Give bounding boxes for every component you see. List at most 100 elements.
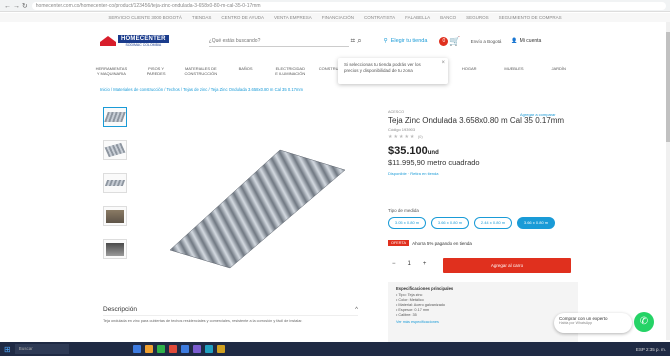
- description-heading: Descripción: [103, 306, 137, 313]
- category-nav: HERRAMIENTAS Y MAQUINARIA PISOS Y PAREDE…: [95, 60, 575, 84]
- taskbar-app-icon[interactable]: [132, 345, 141, 353]
- price-unit: und: [427, 150, 439, 156]
- category-item[interactable]: BAÑOS: [229, 60, 262, 84]
- decrease-button[interactable]: −: [392, 261, 396, 267]
- taskbar-app-icon[interactable]: [168, 345, 177, 353]
- page-scrollbar[interactable]: [666, 22, 670, 340]
- tooltip-text: Si seleccionas tu tienda podrás ver los …: [344, 62, 421, 73]
- account-button[interactable]: 👤 Mi cuenta: [511, 38, 541, 44]
- price-per-m2: $11.995,90 metro cuadrado: [388, 158, 480, 167]
- category-item[interactable]: ELECTRICIDAD E ILUMINACIÓN: [274, 60, 307, 84]
- house-logo-icon: [100, 36, 116, 46]
- logo-sub: SODIMAC COLOMBIA: [125, 43, 162, 47]
- taskbar-app-icon[interactable]: [204, 345, 213, 353]
- topstrip-item[interactable]: FINANCIACIÓN: [322, 15, 354, 20]
- expert-chat-bubble[interactable]: Comprar con un experto Habla por WhatsAp…: [554, 313, 632, 333]
- measure-label: Tipo de medida: [388, 208, 419, 213]
- category-item[interactable]: HOGAR: [453, 60, 486, 84]
- thumbnail-1[interactable]: [103, 107, 127, 127]
- delivery-location[interactable]: Envío a Bogotá: [471, 39, 502, 44]
- barcode-icon[interactable]: ⌗: [351, 36, 356, 46]
- thumbnail-4[interactable]: [103, 206, 127, 226]
- product-code: Código 193903: [388, 127, 416, 132]
- category-item[interactable]: JARDÍN: [542, 60, 575, 84]
- taskbar-apps: [132, 345, 225, 353]
- taskbar-search[interactable]: Buscar: [14, 344, 69, 354]
- address-bar[interactable]: homecenter.com.co/homecenter-co/product/…: [31, 1, 666, 10]
- zinc-sheet-thumb: [104, 142, 126, 158]
- add-to-cart-button[interactable]: Agregar al carro: [443, 258, 571, 273]
- topstrip-item[interactable]: SERVICIO CLIENTE 3000 BOGOTÁ: [108, 15, 181, 20]
- browser-nav-icons[interactable]: ← → ↻: [4, 2, 28, 10]
- search-input[interactable]: [208, 35, 349, 47]
- installation-photo-thumb: [106, 242, 124, 256]
- taskbar-app-icon[interactable]: [216, 345, 225, 353]
- promo-row: OFERTA Ahorra 5% pagando en tienda: [388, 240, 472, 246]
- quantity-value[interactable]: 1: [408, 261, 411, 267]
- product-main-image[interactable]: [160, 140, 350, 270]
- promo-text: Ahorra 5% pagando en tienda: [412, 240, 472, 246]
- measure-option[interactable]: 2.44 x 0.80 m: [474, 217, 512, 229]
- topstrip-item[interactable]: SEGUIMIENTO DE COMPRAS: [499, 15, 562, 20]
- topstrip-item[interactable]: SEGUROS: [466, 15, 489, 20]
- category-item[interactable]: MUEBLES: [498, 60, 531, 84]
- taskbar-app-icon[interactable]: [180, 345, 189, 353]
- product-brand[interactable]: ACESCO: [388, 110, 578, 114]
- taskbar-app-icon[interactable]: [144, 345, 153, 353]
- store-label: Elegir tu tienda: [390, 38, 428, 44]
- topstrip-item[interactable]: BANCO: [440, 15, 456, 20]
- description-section: Descripción ^ Teja ondulada en zinc para…: [103, 306, 358, 329]
- measure-option-selected[interactable]: 3.66 x 0.80 m: [517, 217, 555, 229]
- thumbnail-list: [103, 107, 127, 259]
- quantity-stepper: − 1 +: [392, 261, 426, 267]
- increase-button[interactable]: +: [423, 261, 427, 267]
- zinc-sheet-thumb: [104, 180, 126, 186]
- measure-option[interactable]: 3.05 x 0.80 m: [388, 217, 426, 229]
- category-item[interactable]: PISOS Y PAREDES: [140, 60, 173, 84]
- specs-title: Especificaciones principales: [396, 286, 454, 291]
- rating-stars[interactable]: ★★★★★ (0): [388, 134, 578, 140]
- store-pin-icon: ⚲: [383, 38, 388, 44]
- cart-icon: 🛒: [449, 35, 461, 46]
- availability[interactable]: Disponible · Retira en tienda: [388, 171, 578, 176]
- main-specifications: Especificaciones principales Tipo: Teja …: [388, 282, 578, 342]
- product-info: ACESCO Teja Zinc Ondulada 3.658x0.80 m C…: [388, 110, 578, 176]
- taskbar-app-icon[interactable]: [156, 345, 165, 353]
- zinc-sheet-thumb: [104, 112, 126, 122]
- more-specs-link[interactable]: Ver más especificaciones: [396, 320, 570, 324]
- review-count: (0): [417, 134, 423, 139]
- description-text: Teja ondulada en zinc para cubiertas de …: [103, 319, 303, 323]
- star-icons: ★★★★★: [388, 134, 416, 140]
- thumbnail-2[interactable]: [103, 140, 127, 160]
- measure-options: 3.05 x 0.80 m 3.66 x 0.80 m 2.44 x 0.80 …: [388, 217, 555, 229]
- topstrip-item[interactable]: VENTA EMPRESA: [274, 15, 312, 20]
- scrollbar-thumb[interactable]: [666, 32, 670, 142]
- chat-line-2: Habla por WhatsApp: [559, 321, 593, 325]
- top-utility-strip: SERVICIO CLIENTE 3000 BOGOTÁ TIENDAS CEN…: [0, 13, 670, 22]
- windows-taskbar: ⊞ Buscar ESP 2:35 p. m.: [0, 342, 670, 356]
- close-icon[interactable]: ×: [441, 60, 445, 66]
- select-store-button[interactable]: ⚲ Elegir tu tienda: [384, 38, 428, 44]
- product-title: Teja Zinc Ondulada 3.658x0.80 m Cal 35 0…: [388, 116, 565, 125]
- description-header[interactable]: Descripción ^: [103, 306, 358, 316]
- homecenter-logo[interactable]: HOMECENTER SODIMAC COLOMBIA: [100, 35, 169, 47]
- measure-option[interactable]: 3.66 x 0.80 m: [431, 217, 469, 229]
- search-icon[interactable]: ⌕: [357, 36, 361, 46]
- cart-button[interactable]: 0 🛒: [439, 35, 461, 47]
- system-tray[interactable]: ESP 2:35 p. m.: [636, 347, 666, 352]
- thumbnail-3[interactable]: [103, 173, 127, 193]
- topstrip-item[interactable]: CENTRO DE AYUDA: [221, 15, 264, 20]
- breadcrumb[interactable]: Inicio / Materiales de construcción / Te…: [100, 87, 303, 92]
- category-item[interactable]: HERRAMIENTAS Y MAQUINARIA: [95, 60, 128, 84]
- taskbar-app-icon[interactable]: [192, 345, 201, 353]
- windows-start-icon[interactable]: ⊞: [4, 345, 11, 354]
- topstrip-item[interactable]: FALABELLA: [405, 15, 430, 20]
- chevron-up-icon[interactable]: ^: [355, 307, 358, 313]
- category-item[interactable]: MATERIALES DE CONSTRUCCIÓN: [184, 60, 218, 84]
- thumbnail-5[interactable]: [103, 239, 127, 259]
- whatsapp-icon[interactable]: ✆: [634, 312, 654, 332]
- topstrip-item[interactable]: TIENDAS: [192, 15, 212, 20]
- topstrip-item[interactable]: CONTRATISTA: [364, 15, 395, 20]
- price-value: $35.100: [388, 145, 428, 157]
- site-header: HOMECENTER SODIMAC COLOMBIA ⌗ ⌕ ⚲ Elegir…: [0, 22, 670, 60]
